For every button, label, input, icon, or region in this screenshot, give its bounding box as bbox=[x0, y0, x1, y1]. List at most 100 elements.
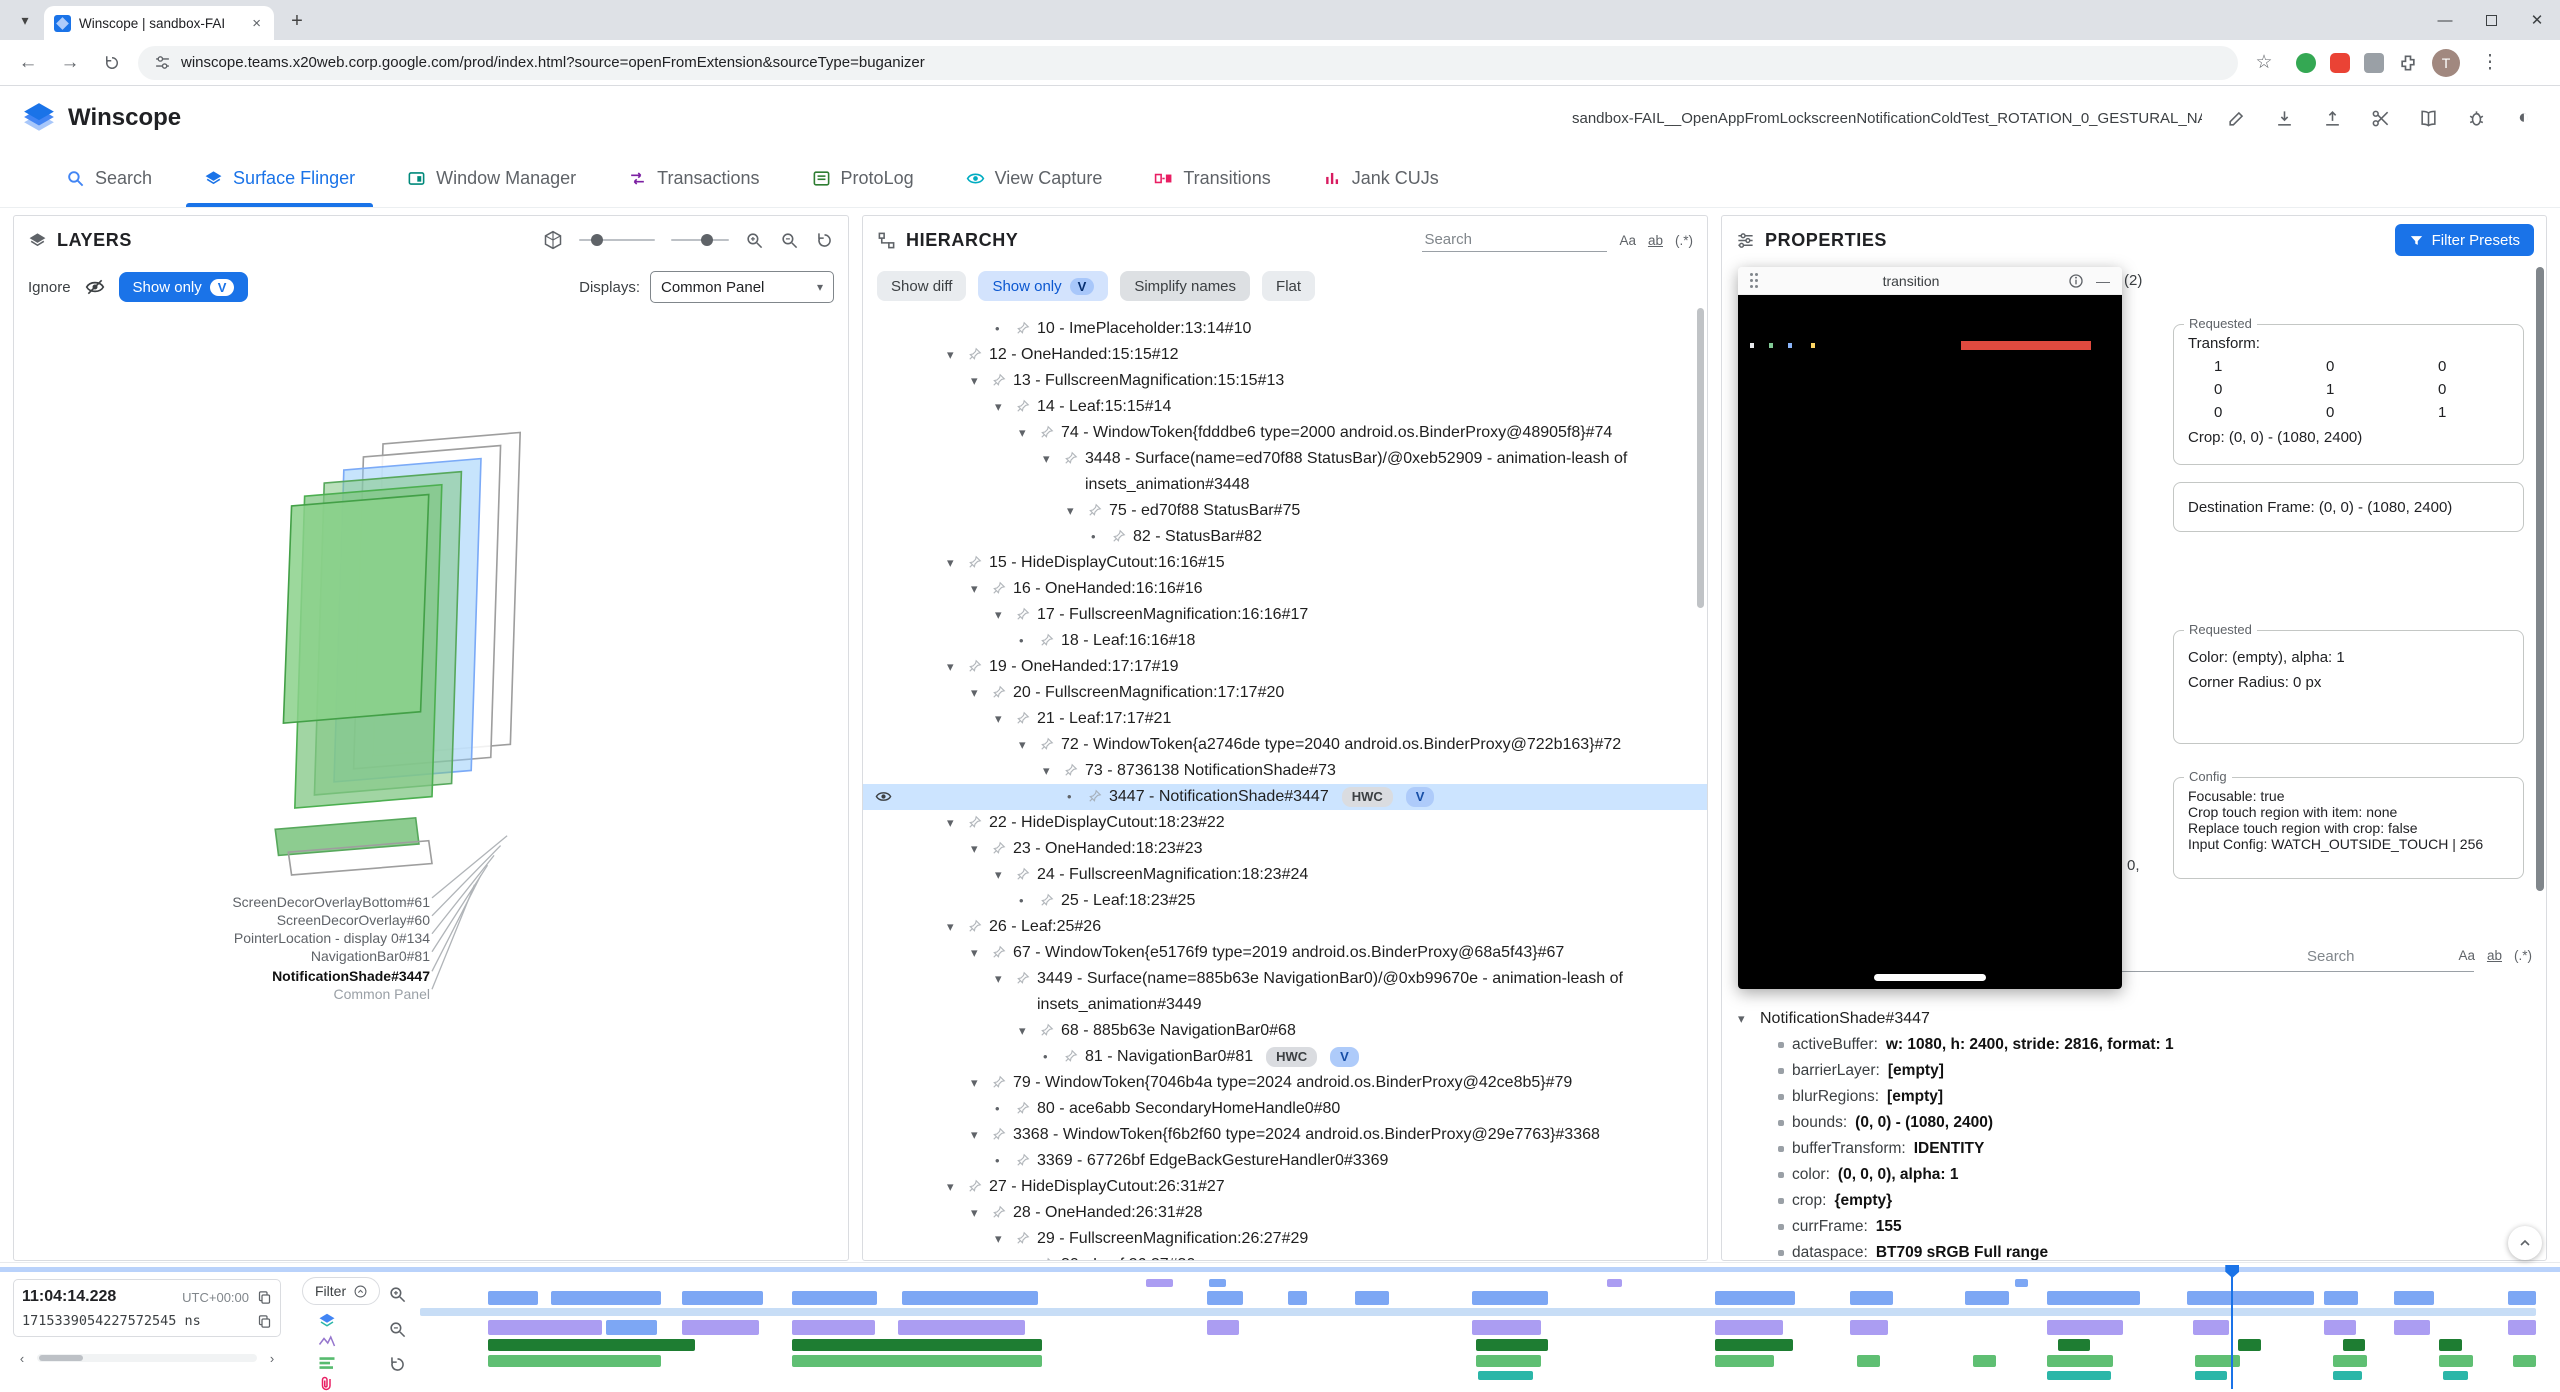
trace-entry[interactable] bbox=[2343, 1339, 2364, 1351]
tab-protolog[interactable]: ProtoLog bbox=[786, 150, 940, 207]
tree-node[interactable]: ▾15 - HideDisplayCutout:16:16#15 bbox=[863, 550, 1707, 576]
trace-entry[interactable] bbox=[1715, 1355, 1774, 1367]
regex-icon[interactable]: (.*) bbox=[1675, 233, 1693, 248]
pin-icon[interactable] bbox=[968, 347, 982, 361]
browser-menu-icon[interactable]: ⋮ bbox=[2474, 47, 2506, 79]
tree-node[interactable]: •3369 - 67726bf EdgeBackGestureHandler0#… bbox=[863, 1148, 1707, 1174]
trace-entry[interactable] bbox=[1857, 1355, 1880, 1367]
pin-icon[interactable] bbox=[968, 1179, 982, 1193]
expand-arrow-icon[interactable]: ▾ bbox=[971, 576, 985, 602]
zoom-in-icon[interactable] bbox=[745, 231, 764, 250]
pin-icon[interactable] bbox=[968, 815, 982, 829]
download-icon[interactable] bbox=[2270, 104, 2298, 132]
property-row[interactable]: barrierLayer: [empty] bbox=[1738, 1058, 2536, 1084]
pin-icon[interactable] bbox=[992, 373, 1006, 387]
property-row[interactable]: currFrame: 155 bbox=[1738, 1214, 2536, 1240]
trace-entry[interactable] bbox=[1850, 1291, 1892, 1305]
tree-node[interactable]: ▾74 - WindowToken{fdddbe6 type=2000 andr… bbox=[863, 420, 1707, 446]
profile-avatar[interactable]: T bbox=[2432, 49, 2460, 77]
pin-icon[interactable] bbox=[992, 685, 1006, 699]
trace-entry[interactable] bbox=[2193, 1320, 2229, 1335]
pin-icon[interactable] bbox=[1040, 737, 1054, 751]
simplify-names-chip[interactable]: Simplify names bbox=[1120, 271, 1250, 301]
trace-entry[interactable] bbox=[606, 1320, 657, 1335]
expand-arrow-icon[interactable]: ▾ bbox=[971, 1200, 985, 1226]
pin-icon[interactable] bbox=[1064, 451, 1078, 465]
extensions-puzzle-icon[interactable] bbox=[2398, 53, 2418, 73]
expand-arrow-icon[interactable]: ▾ bbox=[1019, 732, 1033, 758]
trace-entry[interactable] bbox=[1355, 1291, 1389, 1305]
trace-entry[interactable] bbox=[488, 1291, 539, 1305]
property-row[interactable]: activeBuffer: w: 1080, h: 2400, stride: … bbox=[1738, 1032, 2536, 1058]
expand-arrow-icon[interactable]: ▾ bbox=[947, 914, 961, 940]
expand-arrow-icon[interactable]: ▾ bbox=[995, 966, 1009, 992]
tree-node[interactable]: ▾21 - Leaf:17:17#21 bbox=[863, 706, 1707, 732]
pin-icon[interactable] bbox=[992, 1127, 1006, 1141]
tree-node[interactable]: ▾23 - OneHanded:18:23#23 bbox=[863, 836, 1707, 862]
layer-label[interactable]: PointerLocation - display 0#134 bbox=[14, 930, 430, 946]
site-settings-icon[interactable] bbox=[154, 54, 171, 71]
layers-3d-view[interactable]: ScreenDecorOverlayBottom#61ScreenDecorOv… bbox=[14, 310, 848, 1260]
trace-entry[interactable] bbox=[1850, 1320, 1888, 1335]
trace-entry[interactable] bbox=[488, 1320, 602, 1335]
spacing-slider[interactable] bbox=[671, 239, 729, 241]
expand-arrow-icon[interactable]: ▾ bbox=[947, 810, 961, 836]
expand-arrow-icon[interactable]: ▾ bbox=[971, 1122, 985, 1148]
match-word-icon[interactable]: ab bbox=[1648, 233, 1663, 248]
trace-entry[interactable] bbox=[792, 1320, 875, 1335]
bug-report-icon[interactable] bbox=[2462, 104, 2490, 132]
trace-entry[interactable] bbox=[2058, 1339, 2090, 1351]
attachment-icon[interactable] bbox=[318, 1376, 336, 1391]
pin-icon[interactable] bbox=[1064, 763, 1078, 777]
expand-arrow-icon[interactable]: ▾ bbox=[971, 368, 985, 394]
collapse-timeline-button[interactable] bbox=[2508, 1226, 2542, 1260]
tree-node[interactable]: ▾73 - 8736138 NotificationShade#73 bbox=[863, 758, 1707, 784]
tree-node[interactable]: ▾29 - FullscreenMagnification:26:27#29 bbox=[863, 1226, 1707, 1252]
pin-icon[interactable] bbox=[992, 1205, 1006, 1219]
trace-entry[interactable] bbox=[1715, 1291, 1795, 1305]
pin-icon[interactable] bbox=[992, 945, 1006, 959]
tree-node[interactable]: ▾28 - OneHanded:26:31#28 bbox=[863, 1200, 1707, 1226]
trace-entry[interactable] bbox=[2324, 1291, 2358, 1305]
tree-node[interactable]: ▾12 - OneHanded:15:15#12 bbox=[863, 342, 1707, 368]
tree-node[interactable]: ▾75 - ed70f88 StatusBar#75 bbox=[863, 498, 1707, 524]
tree-node[interactable]: ▾67 - WindowToken{e5176f9 type=2019 andr… bbox=[863, 940, 1707, 966]
pin-icon[interactable] bbox=[1016, 321, 1030, 335]
trace-entry[interactable] bbox=[792, 1355, 1042, 1367]
expand-arrow-icon[interactable]: ▾ bbox=[947, 654, 961, 680]
pin-icon[interactable] bbox=[1040, 1023, 1054, 1037]
window-close-button[interactable]: ✕ bbox=[2514, 0, 2560, 40]
pin-icon[interactable] bbox=[968, 659, 982, 673]
copy-icon[interactable] bbox=[257, 1314, 272, 1329]
tree-node[interactable]: •3447 - NotificationShade#3447HWCV bbox=[863, 784, 1707, 810]
drag-handle-icon[interactable] bbox=[1750, 273, 1754, 289]
regex-icon[interactable]: (.*) bbox=[2514, 948, 2532, 963]
pin-icon[interactable] bbox=[1064, 1049, 1078, 1063]
trace-entry[interactable] bbox=[1476, 1355, 1542, 1367]
filter-presets-button[interactable]: Filter Presets bbox=[2395, 224, 2534, 256]
tab-transactions[interactable]: Transactions bbox=[602, 150, 785, 207]
tree-node[interactable]: ▾26 - Leaf:25#26 bbox=[863, 914, 1707, 940]
zoom-in-icon[interactable] bbox=[388, 1285, 407, 1304]
expand-arrow-icon[interactable]: ▾ bbox=[947, 550, 961, 576]
pin-icon[interactable] bbox=[992, 841, 1006, 855]
displays-select[interactable]: Common Panel ▾ bbox=[650, 271, 834, 303]
documentation-book-icon[interactable] bbox=[2414, 104, 2442, 132]
expand-arrow-icon[interactable]: ▾ bbox=[1043, 446, 1057, 472]
trace-entry[interactable] bbox=[792, 1291, 877, 1305]
tree-node[interactable]: ▾79 - WindowToken{7046b4a type=2024 andr… bbox=[863, 1070, 1707, 1096]
pin-icon[interactable] bbox=[1016, 711, 1030, 725]
trace-entry[interactable] bbox=[2015, 1279, 2028, 1287]
tab-view-capture[interactable]: View Capture bbox=[940, 150, 1129, 207]
trace-entry[interactable] bbox=[2047, 1371, 2110, 1380]
edit-filename-icon[interactable] bbox=[2222, 104, 2250, 132]
trace-entry[interactable] bbox=[2047, 1291, 2140, 1305]
zoom-out-icon[interactable] bbox=[780, 231, 799, 250]
tree-node[interactable]: ▾17 - FullscreenMagnification:16:16#17 bbox=[863, 602, 1707, 628]
expand-arrow-icon[interactable]: ▾ bbox=[971, 940, 985, 966]
window-maximize-button[interactable] bbox=[2468, 0, 2514, 40]
pin-icon[interactable] bbox=[1040, 425, 1054, 439]
flat-chip[interactable]: Flat bbox=[1262, 271, 1315, 301]
window-minimize-button[interactable]: — bbox=[2422, 0, 2468, 40]
expand-arrow-icon[interactable]: ▾ bbox=[995, 394, 1009, 420]
